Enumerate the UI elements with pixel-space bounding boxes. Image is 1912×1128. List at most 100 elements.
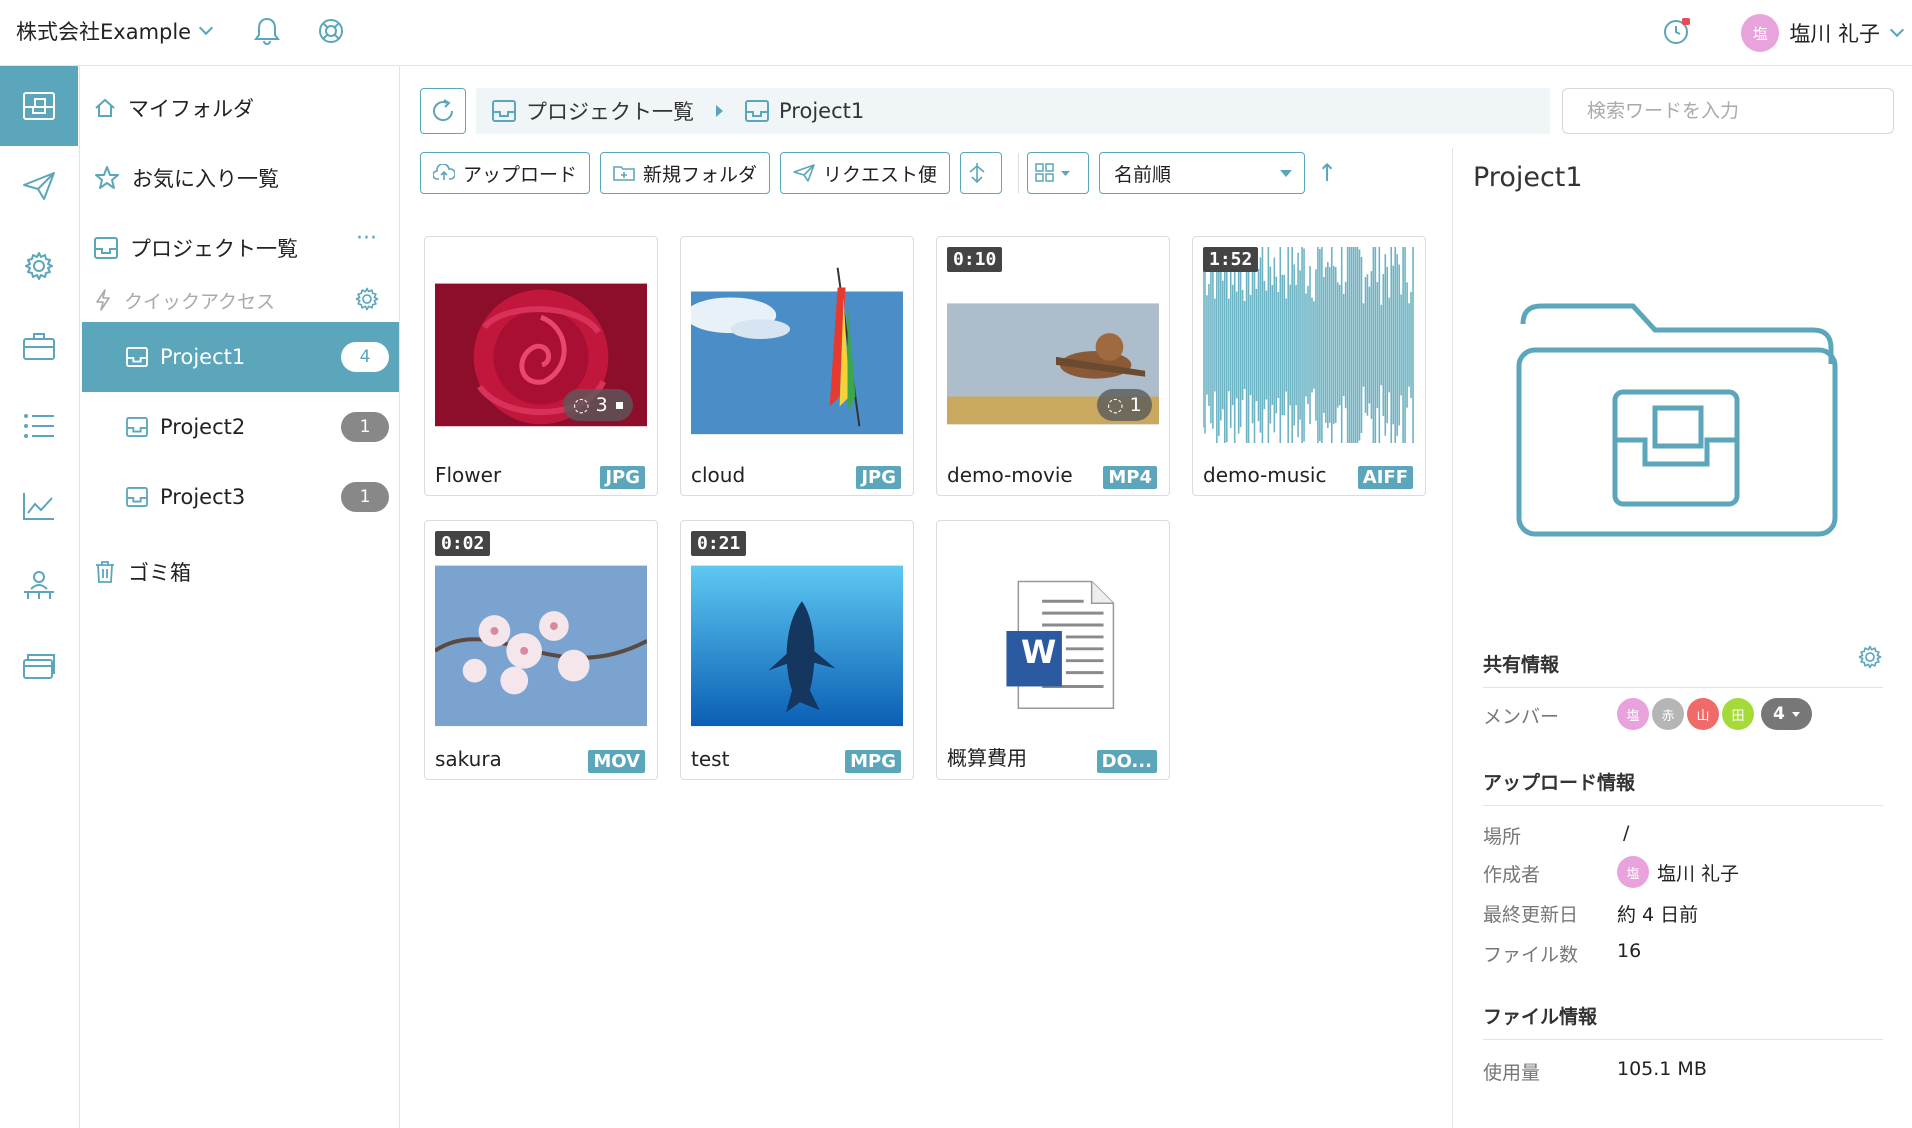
nav-label: お気に入り一覧 xyxy=(132,167,279,191)
view-mode-button[interactable] xyxy=(1027,152,1090,194)
breadcrumb-current[interactable]: Project1 xyxy=(779,99,864,123)
members-more-badge[interactable]: 4 xyxy=(1761,698,1812,730)
inbox-folder-icon xyxy=(126,417,148,437)
creator-value: 塩川 礼子 xyxy=(1657,862,1740,885)
file-name: cloud xyxy=(691,463,746,487)
request-button[interactable]: リクエスト便 xyxy=(780,152,951,194)
file-tile[interactable]: 0:02 sakura MOV xyxy=(424,520,658,780)
refresh-button[interactable] xyxy=(420,88,466,134)
user-menu[interactable]: 塩 塩川 礼子 xyxy=(1741,14,1905,52)
word-document-icon xyxy=(1006,580,1115,709)
avatar: 塩 xyxy=(1617,698,1649,730)
usage-label: 使用量 xyxy=(1483,1062,1541,1084)
file-tile[interactable]: cloud JPG xyxy=(680,236,914,496)
file-tile[interactable]: 0:10 ◌ 1 demo-movie MP4 xyxy=(936,236,1170,496)
new-folder-button[interactable]: 新規フォルダ xyxy=(600,152,771,194)
thumbnail: W xyxy=(947,531,1159,727)
detail-panel: Project1 共有情報 メンバー 塩 赤 山 田 4 アップロード情報 場所… xyxy=(1452,148,1912,1128)
share-heading: 共有情報 xyxy=(1483,650,1883,688)
trash-icon xyxy=(96,561,114,583)
breadcrumb-root[interactable]: プロジェクト一覧 xyxy=(526,96,694,126)
members-label: メンバー xyxy=(1483,706,1560,728)
rail-members[interactable] xyxy=(0,546,78,626)
nav-project2[interactable]: Project2 1 xyxy=(82,392,399,462)
rail-analytics[interactable] xyxy=(0,466,78,546)
file-tile[interactable]: ◌ 3 Flower JPG xyxy=(424,236,658,496)
rail-briefcase[interactable] xyxy=(0,306,78,386)
file-type-badge: JPG xyxy=(856,466,901,489)
nav-project1[interactable]: Project1 4 xyxy=(82,322,399,392)
detail-title: Project1 xyxy=(1473,162,1583,193)
project-count-badge: 4 xyxy=(341,342,389,372)
sort-select[interactable]: 名前順 xyxy=(1099,152,1306,194)
usage-value: 105.1 MB xyxy=(1617,1058,1707,1080)
file-tile[interactable]: 1:52 demo-music AIFF xyxy=(1192,236,1426,496)
nav-favorites[interactable]: お気に入り一覧 xyxy=(94,158,413,198)
file-type-badge: JPG xyxy=(600,466,645,489)
file-tile[interactable]: W 概算費用 DO... xyxy=(936,520,1170,780)
quick-access-gear-icon[interactable] xyxy=(354,286,380,317)
file-count-value: 16 xyxy=(1617,940,1642,962)
rail-files[interactable] xyxy=(0,66,78,146)
file-tile[interactable]: 0:21 test MPG xyxy=(680,520,914,780)
project-count-badge: 1 xyxy=(341,412,389,442)
file-count-label: ファイル数 xyxy=(1483,944,1579,966)
refresh-icon xyxy=(433,99,454,122)
file-type-badge: DO... xyxy=(1096,750,1157,773)
file-name: demo-movie xyxy=(947,463,1073,487)
avatar: 赤 xyxy=(1652,698,1684,730)
nav-label: ゴミ箱 xyxy=(128,561,191,585)
more-icon[interactable]: ··· xyxy=(356,226,377,251)
cloud-upload-icon xyxy=(433,164,455,180)
nav-trash[interactable]: ゴミ箱 xyxy=(94,552,413,592)
waveform xyxy=(1203,247,1415,443)
file-name: Flower xyxy=(435,463,502,487)
project-name: Project2 xyxy=(160,415,246,439)
home-icon xyxy=(95,98,115,117)
upload-heading: アップロード情報 xyxy=(1483,768,1883,806)
inbox-folder-icon xyxy=(492,100,516,122)
nav-my-folder[interactable]: マイフォルダ xyxy=(94,88,413,128)
file-name: sakura xyxy=(435,747,502,771)
rail-list[interactable] xyxy=(0,386,78,466)
comment-count: 3 xyxy=(595,394,608,416)
sort-direction-icon[interactable]: ↑ xyxy=(1317,159,1337,187)
chevron-down-icon xyxy=(199,20,214,36)
inbox-folder-icon xyxy=(126,347,148,367)
creator-label: 作成者 xyxy=(1483,864,1541,886)
rail-billing[interactable] xyxy=(0,626,78,706)
toolbar-divider xyxy=(1018,153,1020,193)
nav-project3[interactable]: Project3 1 xyxy=(82,462,399,532)
company-switcher[interactable]: 株式会社Example xyxy=(16,16,214,46)
inbox-folder-icon xyxy=(23,92,55,120)
rail-settings[interactable] xyxy=(0,226,78,306)
thumbnail xyxy=(1203,247,1415,443)
avatar: 田 xyxy=(1722,698,1754,730)
help-lifebuoy-icon[interactable] xyxy=(314,14,348,48)
file-name: test xyxy=(691,747,730,771)
rail-send[interactable] xyxy=(0,146,78,226)
project-name: Project3 xyxy=(160,485,246,509)
breadcrumb: プロジェクト一覧 Project1 xyxy=(476,88,1550,134)
share-settings-gear-icon[interactable] xyxy=(1857,644,1883,675)
user-name: 塩川 礼子 xyxy=(1789,22,1880,46)
history-clock-icon[interactable] xyxy=(1660,14,1694,48)
download-button[interactable] xyxy=(960,152,1003,194)
search-input[interactable] xyxy=(1562,88,1894,134)
unread-dot xyxy=(615,401,623,409)
location-value: / xyxy=(1623,822,1630,844)
nav-label: プロジェクト一覧 xyxy=(130,237,298,261)
file-name: demo-music xyxy=(1203,463,1327,487)
credit-cards-icon xyxy=(23,654,55,679)
toolbar: アップロード 新規フォルダ リクエスト便 名前順 ↑ xyxy=(420,152,1337,194)
icon-rail xyxy=(0,66,80,1128)
caret-down-icon xyxy=(1280,170,1293,177)
member-avatars[interactable]: 塩 赤 山 田 4 xyxy=(1617,698,1812,730)
word-letter: W xyxy=(1021,633,1057,671)
chevron-right-icon xyxy=(716,105,723,117)
list-icon xyxy=(24,414,54,438)
avatar: 塩 xyxy=(1741,14,1780,52)
bell-icon[interactable] xyxy=(250,14,284,48)
upload-button[interactable]: アップロード xyxy=(420,152,591,194)
thumbnail xyxy=(691,531,903,727)
